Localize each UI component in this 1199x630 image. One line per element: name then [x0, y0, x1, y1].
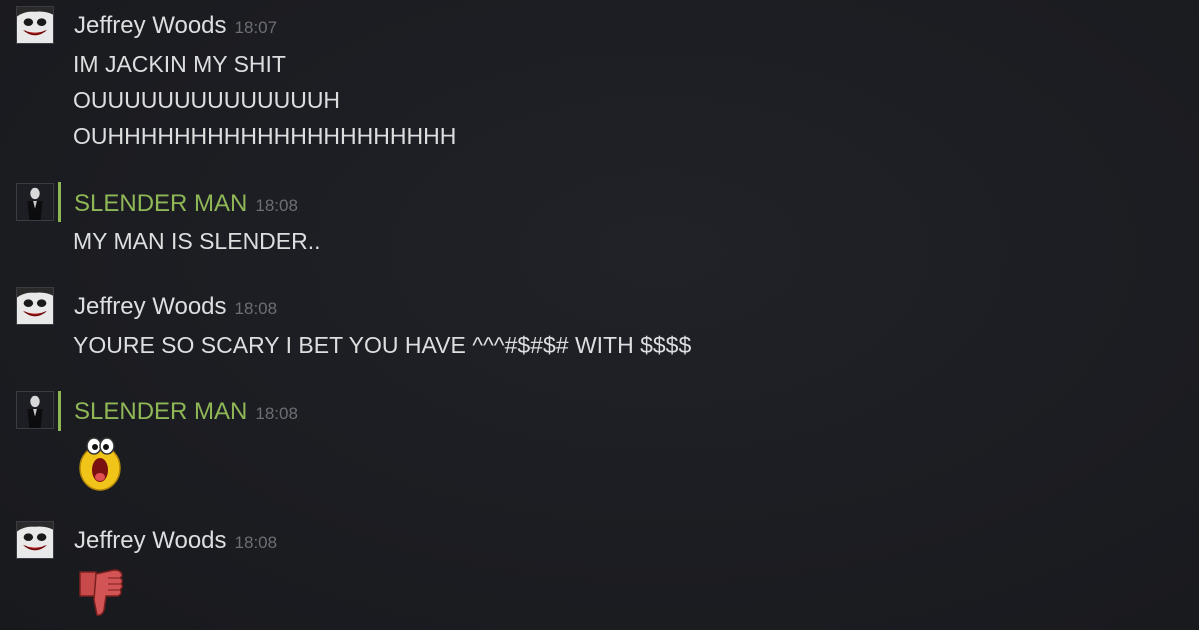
jeff-avatar[interactable] [16, 521, 54, 559]
slender-avatar[interactable] [16, 183, 54, 221]
message-header: SLENDER MAN 18:08 [74, 398, 298, 426]
timestamp: 18:08 [255, 404, 298, 423]
message-line: YOURE SO SCARY I BET YOU HAVE ^^^#$#$# W… [73, 332, 692, 358]
message-line: MY MAN IS SLENDER.. [73, 228, 321, 254]
message-header: SLENDER MAN 18:08 [74, 190, 298, 218]
message-header: Jeffrey Woods 18:07 [74, 12, 277, 40]
slender-figure-icon [17, 184, 53, 220]
status-bar [58, 6, 61, 46]
message-line: OUHHHHHHHHHHHHHHHHHHHHH [73, 123, 457, 149]
timestamp: 18:07 [234, 18, 278, 37]
jeff-avatar[interactable] [16, 6, 54, 44]
chat-log: Jeffrey Woods 18:07 IM JACKIN MY SHIT OUU… [0, 0, 1199, 630]
message-header: Jeffrey Woods 18:08 [74, 293, 277, 321]
author-name[interactable]: Jeffrey Woods [74, 293, 227, 320]
slender-avatar[interactable] [16, 391, 54, 429]
status-bar [58, 521, 61, 561]
jeff-face-icon [17, 7, 53, 43]
jeff-face-icon [17, 522, 53, 558]
thumbs-down-emoticon[interactable] [74, 566, 128, 625]
shocked-face-emoticon[interactable] [74, 434, 126, 497]
timestamp: 18:08 [234, 299, 278, 318]
message-line: OUUUUUUUUUUUUUUH [73, 87, 341, 113]
in-game-status-bar [58, 182, 61, 222]
jeff-avatar[interactable] [16, 287, 54, 325]
message-line: IM JACKIN MY SHIT [73, 51, 286, 77]
in-game-status-bar [58, 391, 61, 431]
message-header: Jeffrey Woods 18:08 [74, 527, 277, 555]
jeff-face-icon [17, 288, 53, 324]
status-bar [58, 287, 61, 327]
author-name[interactable]: SLENDER MAN [74, 190, 247, 217]
slender-figure-icon [17, 392, 53, 428]
timestamp: 18:08 [255, 196, 298, 215]
author-name[interactable]: Jeffrey Woods [74, 527, 227, 554]
author-name[interactable]: Jeffrey Woods [74, 12, 227, 39]
timestamp: 18:08 [234, 533, 278, 552]
author-name[interactable]: SLENDER MAN [74, 398, 247, 425]
